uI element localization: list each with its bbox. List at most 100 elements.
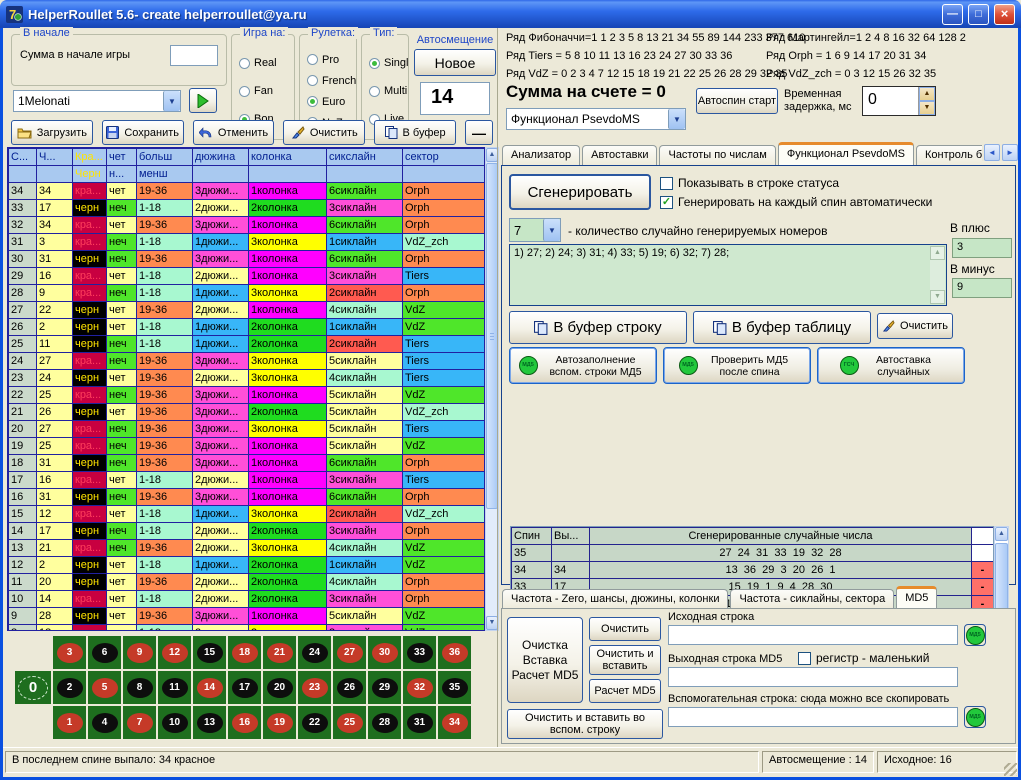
board-cell-3[interactable]: 3 bbox=[53, 636, 86, 669]
column-header[interactable] bbox=[37, 166, 73, 183]
board-cell-29[interactable]: 29 bbox=[368, 671, 401, 704]
table-row[interactable]: 2722чернчет19-362дюжи...1колонка4сиклайн… bbox=[9, 302, 485, 319]
board-cell-10[interactable]: 10 bbox=[158, 706, 191, 739]
board-cell-30[interactable]: 30 bbox=[368, 636, 401, 669]
table-row[interactable]: 1716кра...чет1-182дюжи...1колонка3сиклай… bbox=[9, 472, 485, 489]
spins-table[interactable]: С...Ч...Кра...четбольшдюжинаколонкасиксл… bbox=[7, 147, 485, 631]
board-cell-22[interactable]: 22 bbox=[298, 706, 331, 739]
md5-calc-button[interactable]: Расчет MD5 bbox=[589, 679, 661, 703]
table-row[interactable]: 1831черннеч19-363дюжи...1колонка6сиклайн… bbox=[9, 455, 485, 472]
board-cell-6[interactable]: 6 bbox=[88, 636, 121, 669]
table-row[interactable]: 818кра...чет1-182дюжи...3колонка3сиклайн… bbox=[9, 625, 485, 632]
resize-grip[interactable] bbox=[1004, 763, 1017, 776]
md5-clear-paste-calc-button[interactable]: Очистка Вставка Расчет MD5 bbox=[507, 617, 583, 703]
tab-частота-сиклайны-сектора[interactable]: Частота - сиклайны, сектора bbox=[730, 589, 894, 610]
maximize-button[interactable]: □ bbox=[968, 4, 989, 25]
chevron-down-icon[interactable]: ▼ bbox=[543, 219, 560, 241]
roulette-board[interactable]: 0369121518212427303336258111417202326293… bbox=[15, 636, 471, 739]
check-md5-button[interactable]: МД5 Проверить МД5 после спина bbox=[663, 347, 811, 384]
board-cell-1[interactable]: 1 bbox=[53, 706, 86, 739]
radio-euro[interactable]: Euro bbox=[307, 96, 354, 108]
new-button[interactable]: Новое bbox=[414, 49, 496, 76]
checkbox-show-status[interactable]: Показывать в строке статуса bbox=[660, 176, 839, 190]
column-header[interactable]: менш bbox=[137, 166, 193, 183]
column-header[interactable] bbox=[327, 166, 403, 183]
board-cell-5[interactable]: 5 bbox=[88, 671, 121, 704]
buffer-table-button[interactable]: В буфер таблицу bbox=[693, 311, 871, 344]
table-row[interactable]: 2511черннеч1-181дюжи...2колонка2сиклайнT… bbox=[9, 336, 485, 353]
table-row[interactable]: 3317черннеч1-182дюжи...2колонка3сиклайнO… bbox=[9, 200, 485, 217]
table-row[interactable]: 3031черннеч19-363дюжи...1колонка6сиклайн… bbox=[9, 251, 485, 268]
checkbox-icon[interactable] bbox=[798, 652, 811, 665]
minimize-button[interactable]: — bbox=[942, 4, 963, 25]
board-cell-31[interactable]: 31 bbox=[403, 706, 436, 739]
table-row[interactable]: 2126чернчет19-363дюжи...2колонка5сиклайн… bbox=[9, 404, 485, 421]
autobet-random-button[interactable]: ГСЧ Автоставка случайных bbox=[817, 347, 965, 384]
column-header[interactable] bbox=[249, 166, 327, 183]
table-row[interactable]: 1512кра...чет1-181дюжи...3колонка2сиклай… bbox=[9, 506, 485, 523]
board-cell-26[interactable]: 26 bbox=[333, 671, 366, 704]
md5-calc-icon-button[interactable]: МД5 bbox=[964, 624, 986, 646]
board-cell-15[interactable]: 15 bbox=[193, 636, 226, 669]
to-buffer-button[interactable]: В буфер bbox=[374, 120, 456, 145]
column-header[interactable]: н... bbox=[107, 166, 137, 183]
delay-spinner[interactable]: 0 ▲ ▼ bbox=[862, 86, 936, 116]
radio-icon[interactable] bbox=[307, 54, 318, 65]
table-row[interactable]: 2225кра...неч19-363дюжи...1колонка5сикла… bbox=[9, 387, 485, 404]
radio-fan[interactable]: Fan bbox=[239, 85, 292, 97]
table-row[interactable]: 3527 24 31 33 19 32 28 bbox=[512, 545, 994, 562]
generate-button[interactable]: Сгенерировать bbox=[509, 174, 651, 210]
save-button[interactable]: Сохранить bbox=[102, 120, 184, 145]
board-cell-19[interactable]: 19 bbox=[263, 706, 296, 739]
generated-sequence-area[interactable]: 1) 27; 2) 24; 3) 31; 4) 33; 5) 19; 6) 32… bbox=[509, 244, 947, 306]
source-string-input[interactable] bbox=[668, 625, 958, 645]
board-cell-28[interactable]: 28 bbox=[368, 706, 401, 739]
board-cell-36[interactable]: 36 bbox=[438, 636, 471, 669]
board-cell-20[interactable]: 20 bbox=[263, 671, 296, 704]
board-cell-14[interactable]: 14 bbox=[193, 671, 226, 704]
board-cell-34[interactable]: 34 bbox=[438, 706, 471, 739]
board-cell-21[interactable]: 21 bbox=[263, 636, 296, 669]
md5-calc-icon-button[interactable]: МД5 bbox=[964, 706, 986, 728]
radio-french[interactable]: French bbox=[307, 75, 354, 87]
scroll-up-icon[interactable]: ▲ bbox=[995, 527, 1008, 541]
title-bar[interactable]: 7 HelperRoullet 5.6- create helperroulle… bbox=[0, 0, 1021, 28]
radio-icon[interactable] bbox=[307, 75, 318, 86]
column-header[interactable]: Сгенерированные случайные числа bbox=[590, 528, 972, 545]
tab-функционал-psevdoms[interactable]: Функционал PsevdoMS bbox=[778, 142, 914, 166]
column-header[interactable]: сикслайн bbox=[327, 149, 403, 166]
table-row[interactable]: 3434кра...чет19-363дюжи...1колонка6сикла… bbox=[9, 183, 485, 200]
table-row[interactable]: 3234кра...чет19-363дюжи...1колонка6сикла… bbox=[9, 217, 485, 234]
radio-pro[interactable]: Pro bbox=[307, 54, 354, 66]
table-row[interactable]: 2916кра...чет1-182дюжи...1колонка3сиклай… bbox=[9, 268, 485, 285]
table-row[interactable]: 2027кра...неч19-363дюжи...3колонка5сикла… bbox=[9, 421, 485, 438]
column-header[interactable]: Спин bbox=[512, 528, 552, 545]
board-cell-24[interactable]: 24 bbox=[298, 636, 331, 669]
column-header[interactable]: Черн bbox=[73, 166, 107, 183]
column-header[interactable]: чет bbox=[107, 149, 137, 166]
column-header[interactable]: сектор bbox=[403, 149, 485, 166]
table-row[interactable]: 2427кра...неч19-363дюжи...3колонка5сикла… bbox=[9, 353, 485, 370]
table-row[interactable]: 122чернчет1-181дюжи...2колонка1сиклайнVd… bbox=[9, 557, 485, 574]
minus-button[interactable]: — bbox=[465, 120, 493, 145]
board-cell-13[interactable]: 13 bbox=[193, 706, 226, 739]
board-cell-27[interactable]: 27 bbox=[333, 636, 366, 669]
radio-icon[interactable] bbox=[239, 86, 250, 97]
board-cell-11[interactable]: 11 bbox=[158, 671, 191, 704]
checkbox-icon[interactable]: ✓ bbox=[660, 196, 673, 209]
start-sum-input[interactable] bbox=[170, 45, 218, 66]
autofill-md5-button[interactable]: МД5 Автозаполнение вспом. строки МД5 bbox=[509, 347, 657, 384]
autospin-start-button[interactable]: Автоспин старт bbox=[696, 88, 778, 114]
board-cell-18[interactable]: 18 bbox=[228, 636, 261, 669]
table-row[interactable]: 262чернчет1-181дюжи...2колонка1сиклайнVd… bbox=[9, 319, 485, 336]
board-cell-8[interactable]: 8 bbox=[123, 671, 156, 704]
minus-value-field[interactable]: 9 bbox=[952, 278, 1012, 298]
play-button[interactable] bbox=[189, 88, 217, 113]
column-header[interactable] bbox=[403, 166, 485, 183]
radio-icon[interactable] bbox=[239, 58, 250, 69]
sequence-scrollbar[interactable]: ▲ ▼ bbox=[930, 246, 945, 304]
column-header[interactable] bbox=[9, 166, 37, 183]
checkbox-icon[interactable] bbox=[660, 177, 673, 190]
column-header[interactable]: Вы... bbox=[552, 528, 590, 545]
table-row[interactable]: 1925кра...неч19-363дюжи...1колонка5сикла… bbox=[9, 438, 485, 455]
